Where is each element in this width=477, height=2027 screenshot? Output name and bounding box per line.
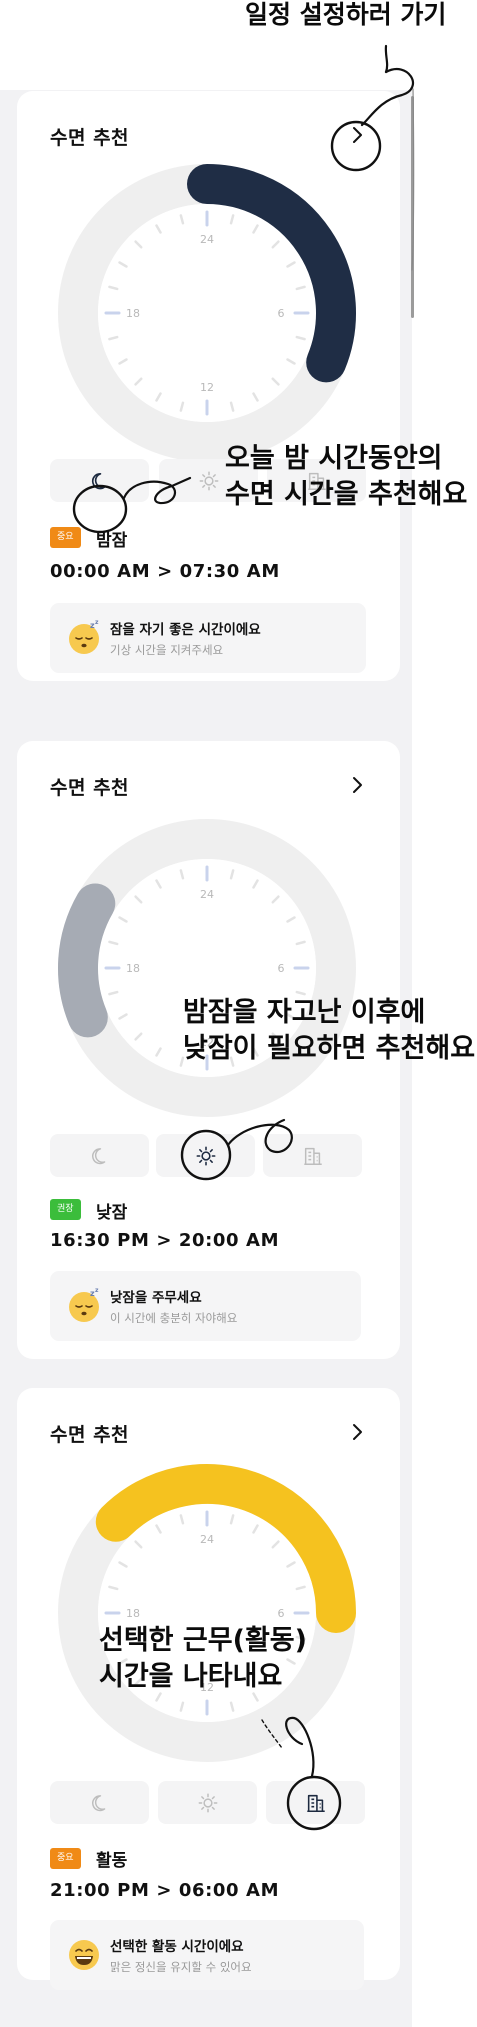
card-title: 수면 추천 [50, 1424, 130, 1446]
recommended-time-arc [58, 883, 116, 1038]
sleep-clock-dial: 2461218 [58, 1464, 356, 1762]
info-box: z z 잠을 자기 좋은 시간이에요 기상 시간을 지켜주세요 [50, 603, 366, 673]
annotation-nap-recommend: 밤잠을 자고난 이후에 낮잠이 필요하면 추천해요 [183, 995, 475, 1068]
annotation-work-time: 선택한 근무(활동) 시간을 나타내요 [99, 1623, 307, 1696]
annotation-line: 수면 시간을 추천해요 [225, 479, 468, 511]
card-title: 수면 추천 [50, 127, 130, 149]
info-title: 낮잠을 주무세요 [110, 1290, 202, 1306]
moon-icon [91, 1147, 105, 1164]
dial-hour-label: 6 [278, 1607, 285, 1620]
laughing-face-icon [69, 1940, 99, 1970]
mode-night-button[interactable] [50, 459, 149, 502]
building-icon [303, 1147, 322, 1165]
info-box: 선택한 활동 시간이에요 맑은 정신을 유지할 수 있어요 [50, 1920, 364, 1990]
dial-hour-label: 24 [200, 888, 214, 901]
annotation-line: 밤잠을 자고난 이후에 [183, 997, 426, 1028]
mode-day-button[interactable] [156, 1134, 255, 1177]
svg-text:z: z [95, 1288, 99, 1294]
dial-hour-label: 12 [200, 381, 214, 394]
annotation-night-recommend: 오늘 밤 시간동안의 수면 시간을 추천해요 [225, 441, 467, 514]
dial-hour-label: 18 [126, 307, 140, 320]
sleep-type-label: 밤잠 [96, 531, 128, 551]
priority-badge: 중요 [50, 1848, 81, 1869]
scrollbar[interactable] [411, 96, 414, 318]
chevron-right-icon[interactable] [347, 775, 367, 795]
mode-day-button[interactable] [158, 1781, 257, 1824]
mode-work-button[interactable] [266, 1781, 365, 1824]
annotation-line: 시간을 나타내요 [99, 1661, 283, 1693]
header-callout: 일정 설정하러 가기 [245, 0, 447, 29]
info-subtitle: 이 시간에 충분히 자야해요 [110, 1311, 238, 1325]
info-title: 잠을 자기 좋은 시간이에요 [110, 622, 261, 638]
annotation-line: 오늘 밤 시간동안의 [225, 443, 443, 474]
sun-icon [198, 1793, 217, 1812]
priority-badge: 중요 [50, 527, 81, 548]
card-title: 수면 추천 [50, 777, 130, 799]
info-subtitle: 기상 시간을 지켜주세요 [110, 643, 224, 657]
mode-night-button[interactable] [50, 1781, 149, 1824]
building-icon [306, 1794, 325, 1812]
mode-night-button[interactable] [50, 1134, 149, 1177]
sleep-card-night: 수면 추천 24 6 12 18 중요 밤잠 00:00 AM > 07:30 AM … [17, 91, 400, 681]
dial-hour-label: 18 [126, 962, 140, 975]
time-range: 00:00 AM > 07:30 AM [50, 561, 280, 582]
priority-badge: 권장 [50, 1199, 81, 1220]
info-title: 선택한 활동 시간이에요 [110, 1939, 244, 1955]
dial-hour-label: 18 [126, 1607, 140, 1620]
moon-icon [91, 472, 105, 489]
chevron-right-icon[interactable] [347, 125, 367, 145]
sleep-type-label: 낮잠 [96, 1203, 128, 1223]
annotation-line: 선택한 근무(활동) [99, 1625, 307, 1656]
info-box: z z 낮잠을 주무세요 이 시간에 충분히 자야해요 [50, 1271, 361, 1341]
time-range: 21:00 PM > 06:00 AM [50, 1880, 280, 1901]
sun-icon [199, 471, 218, 490]
info-subtitle: 맑은 정신을 유지할 수 있어요 [110, 1960, 252, 1974]
mode-work-button[interactable] [263, 1134, 362, 1177]
dial-hour-label: 24 [200, 1533, 214, 1546]
sun-icon [196, 1146, 215, 1165]
sleepy-face-icon: z z [69, 1288, 99, 1322]
dial-hour-label: 6 [278, 962, 285, 975]
sleepy-face-icon: z z [69, 620, 99, 654]
dial-hour-label: 6 [278, 307, 285, 320]
svg-text:z: z [95, 620, 99, 626]
chevron-right-icon[interactable] [347, 1422, 367, 1442]
annotation-line: 낮잠이 필요하면 추천해요 [183, 1033, 476, 1065]
dial-hour-label: 24 [200, 233, 214, 246]
sleep-clock-dial: 24 6 12 18 [58, 164, 356, 462]
activity-type-label: 활동 [96, 1851, 128, 1871]
sleep-clock-dial: 2461218 [58, 819, 356, 1117]
moon-icon [91, 1794, 105, 1811]
time-range: 16:30 PM > 20:00 AM [50, 1230, 280, 1251]
